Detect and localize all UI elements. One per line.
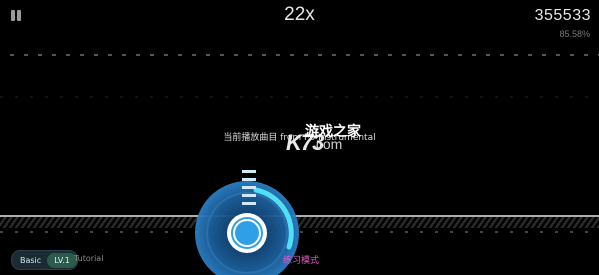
level-label: LV.1 <box>47 252 77 268</box>
hatch-band <box>0 217 599 228</box>
score-display: 355533 <box>534 7 591 24</box>
note-core-blue <box>231 217 263 249</box>
practice-mode-label: 练习模式 <box>283 256 320 266</box>
difficulty-label: Basic <box>20 255 42 265</box>
watermark-domain: .com <box>312 136 343 152</box>
difficulty-badge[interactable]: Basic LV.1 <box>11 250 78 270</box>
accuracy-display: 85.58% <box>559 29 590 39</box>
combo-counter: 22x <box>284 4 315 25</box>
tutorial-link[interactable]: Tutorial <box>74 254 103 263</box>
